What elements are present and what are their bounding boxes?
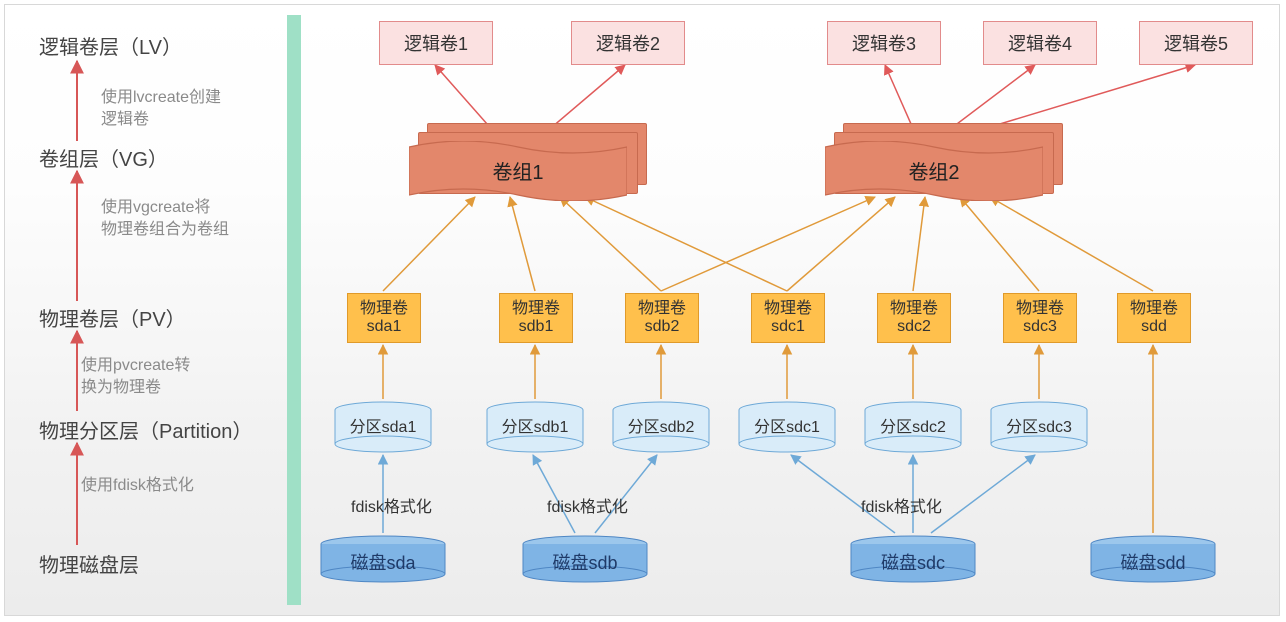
diagram-frame: 逻辑卷层（LV） 使用lvcreate创建 逻辑卷 卷组层（VG） 使用vgcr…	[4, 4, 1280, 616]
pv-box: 物理卷sdc1	[751, 293, 825, 343]
disk-label: 磁盘sdb	[521, 549, 649, 575]
partition-label: 分区sdb1	[485, 413, 585, 437]
disk-cylinder: 磁盘sdd	[1089, 535, 1217, 585]
disk-label: 磁盘sdd	[1089, 549, 1217, 575]
pv-box: 物理卷sdc2	[877, 293, 951, 343]
vg-label: 卷组1	[409, 141, 627, 199]
partition-label: 分区sda1	[333, 413, 433, 437]
vertical-divider	[287, 15, 301, 605]
partition-cylinder: 分区sdb2	[611, 401, 711, 455]
legend-lv-note: 使用lvcreate创建 逻辑卷	[101, 87, 221, 130]
lv-label: 逻辑卷5	[1164, 30, 1228, 56]
legend-part: 物理分区层（Partition）	[39, 415, 252, 444]
disk-label: 磁盘sda	[319, 549, 447, 575]
partition-label: 分区sdc3	[989, 413, 1089, 437]
lv-box: 逻辑卷4	[983, 21, 1097, 65]
pv-box: 物理卷sda1	[347, 293, 421, 343]
partition-label: 分区sdc1	[737, 413, 837, 437]
fdisk-note: fdisk格式化	[547, 493, 628, 517]
legend-vg-note: 使用vgcreate将 物理卷组合为卷组	[101, 197, 229, 240]
partition-cylinder: 分区sdb1	[485, 401, 585, 455]
fdisk-note: fdisk格式化	[861, 493, 942, 517]
pv-box: 物理卷sdc3	[1003, 293, 1077, 343]
partition-label: 分区sdb2	[611, 413, 711, 437]
pv-box: 物理卷sdb2	[625, 293, 699, 343]
lv-label: 逻辑卷2	[596, 30, 660, 56]
legend-disk: 物理磁盘层	[39, 549, 139, 578]
legend-part-note: 使用fdisk格式化	[81, 475, 194, 497]
disk-cylinder: 磁盘sdc	[849, 535, 977, 585]
legend-pv-note: 使用pvcreate转 换为物理卷	[81, 355, 190, 398]
pv-box: 物理卷sdd	[1117, 293, 1191, 343]
partition-cylinder: 分区sdc1	[737, 401, 837, 455]
disk-cylinder: 磁盘sda	[319, 535, 447, 585]
lv-label: 逻辑卷3	[852, 30, 916, 56]
legend-pv: 物理卷层（PV）	[39, 303, 186, 332]
partition-cylinder: 分区sda1	[333, 401, 433, 455]
legend-lv: 逻辑卷层（LV）	[39, 31, 182, 60]
pv-box: 物理卷sdb1	[499, 293, 573, 343]
partition-cylinder: 分区sdc3	[989, 401, 1089, 455]
lv-box: 逻辑卷3	[827, 21, 941, 65]
vg-label: 卷组2	[825, 141, 1043, 199]
lv-box: 逻辑卷1	[379, 21, 493, 65]
lv-box: 逻辑卷2	[571, 21, 685, 65]
disk-cylinder: 磁盘sdb	[521, 535, 649, 585]
partition-label: 分区sdc2	[863, 413, 963, 437]
lv-label: 逻辑卷1	[404, 30, 468, 56]
partition-cylinder: 分区sdc2	[863, 401, 963, 455]
lv-box: 逻辑卷5	[1139, 21, 1253, 65]
lv-label: 逻辑卷4	[1008, 30, 1072, 56]
legend-vg: 卷组层（VG）	[39, 143, 168, 172]
disk-label: 磁盘sdc	[849, 549, 977, 575]
fdisk-note: fdisk格式化	[351, 493, 432, 517]
